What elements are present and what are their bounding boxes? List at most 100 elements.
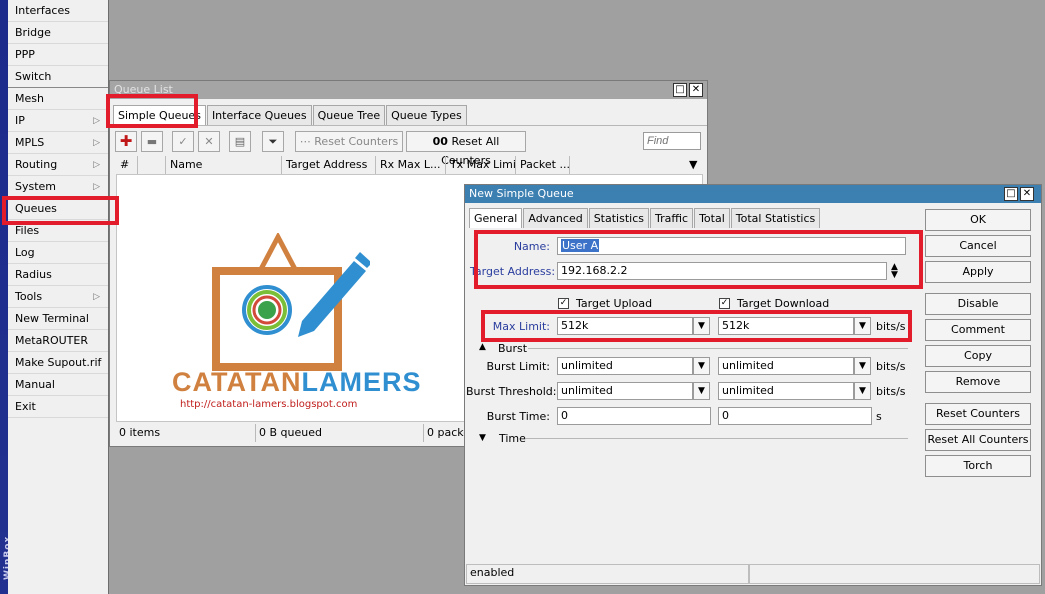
burst-time-download-input[interactable]: 0 (718, 407, 872, 425)
queue-status: enabled (466, 564, 749, 584)
watermark-brand: CATATANLAMERS (172, 367, 421, 398)
close-icon[interactable]: ✕ (1020, 187, 1034, 201)
sidebar-item-radius[interactable]: Radius (8, 264, 108, 286)
filter-icon[interactable]: ⏷ (262, 131, 284, 152)
col-target-address[interactable]: Target Address (282, 156, 376, 174)
reset-all-icon: 00 (432, 135, 448, 148)
target-upload-checkbox[interactable]: ✓ (558, 298, 569, 309)
sidebar-item-ppp[interactable]: PPP (8, 44, 108, 66)
burst-threshold-upload-input[interactable]: unlimited (557, 382, 693, 400)
sidebar-item-label: Tools (15, 290, 43, 303)
reset-counters-button[interactable]: ⋯ Reset Counters (295, 131, 403, 152)
close-icon[interactable]: ✕ (689, 83, 703, 97)
sidebar-item-switch[interactable]: Switch (8, 66, 108, 88)
torch-button[interactable]: Torch (925, 455, 1031, 477)
sidebar-item-label: Files (15, 224, 40, 237)
sidebar-item-log[interactable]: Log (8, 242, 108, 264)
sidebar-item-ip[interactable]: IP ▷ (8, 110, 108, 132)
reset-all-counters-button[interactable]: Reset All Counters (925, 429, 1031, 451)
sidebar-item-mesh[interactable]: Mesh (8, 88, 108, 110)
column-chooser-icon[interactable]: ▼ (685, 156, 703, 174)
tab-general[interactable]: General (469, 208, 523, 228)
time-expand-icon[interactable]: ▼ (479, 433, 486, 443)
status-packets-queued: 0 packets queued (427, 426, 466, 439)
tab-queue-tree[interactable]: Queue Tree (312, 105, 386, 125)
sidebar-item-label: Manual (15, 378, 55, 391)
col-flags[interactable] (138, 156, 166, 174)
copy-button[interactable]: Copy (925, 345, 1031, 367)
target-download-checkbox[interactable]: ✓ (719, 298, 730, 309)
burst-threshold-upload-dropdown-icon[interactable]: ▼ (693, 382, 710, 400)
sidebar-item-manual[interactable]: Manual (8, 374, 108, 396)
burst-collapse-icon[interactable]: ▲ (479, 342, 486, 352)
cancel-button[interactable]: Cancel (925, 235, 1031, 257)
burst-threshold-download-dropdown-icon[interactable]: ▼ (854, 382, 871, 400)
sidebar-item-label: Log (15, 246, 35, 259)
tab-divider (110, 125, 707, 126)
burst-time-label: Burst Time: (486, 410, 550, 423)
tab-traffic[interactable]: Traffic (650, 208, 694, 228)
burst-threshold-download-input[interactable]: unlimited (718, 382, 854, 400)
maximize-icon[interactable]: □ (673, 83, 687, 97)
status-bytes-queued: 0 B queued (256, 424, 424, 442)
sidebar-item-label: Interfaces (15, 4, 70, 17)
sidebar-item-system[interactable]: System ▷ (8, 176, 108, 198)
sidebar-item-interfaces[interactable]: Interfaces (8, 0, 108, 22)
highlight-max-limit (481, 310, 912, 342)
sidebar-item-metarouter[interactable]: MetaROUTER (8, 330, 108, 352)
comment-icon[interactable]: ▤ (229, 131, 251, 152)
sidebar-item-label: Routing (15, 158, 58, 171)
remove-button[interactable]: Remove (925, 371, 1031, 393)
tab-total[interactable]: Total (694, 208, 730, 228)
tab-total-statistics[interactable]: Total Statistics (730, 208, 821, 228)
col-tx-max-limit[interactable]: Tx Max Limit (446, 156, 516, 174)
sidebar-menu: Interfaces Bridge PPP Switch Mesh IP ▷ MPLS ▷ Rou… (8, 0, 109, 594)
burst-time-upload-input[interactable]: 0 (557, 407, 711, 425)
burst-section-label[interactable]: Burst (498, 342, 527, 355)
enable-icon[interactable]: ✓ (172, 131, 194, 152)
apply-button[interactable]: Apply (925, 261, 1031, 283)
find-input[interactable] (643, 132, 701, 150)
burst-limit-upload-dropdown-icon[interactable]: ▼ (693, 357, 710, 375)
col-index[interactable]: # (116, 156, 138, 174)
reset-all-counters-button[interactable]: 00 Reset All Counters (406, 131, 526, 167)
status-items: 0 items (116, 424, 256, 442)
reset-counters-button[interactable]: Reset Counters (925, 403, 1031, 425)
time-section-label[interactable]: Time (499, 432, 526, 445)
sidebar-item-label: MetaROUTER (15, 334, 88, 347)
disable-button[interactable]: Disable (925, 293, 1031, 315)
tab-interface-queues[interactable]: Interface Queues (206, 105, 312, 125)
add-icon[interactable]: ✚ (115, 131, 137, 152)
burst-limit-download-input[interactable]: unlimited (718, 357, 854, 375)
comment-button[interactable]: Comment (925, 319, 1031, 341)
sidebar-item-exit[interactable]: Exit (8, 396, 108, 418)
sidebar-item-bridge[interactable]: Bridge (8, 22, 108, 44)
maximize-icon[interactable]: □ (1004, 187, 1018, 201)
burst-threshold-label: Burst Threshold: (466, 385, 557, 398)
burst-limit-upload-input[interactable]: unlimited (557, 357, 693, 375)
sidebar-item-new-terminal[interactable]: New Terminal (8, 308, 108, 330)
tab-advanced[interactable]: Advanced (523, 208, 588, 228)
sidebar-item-make-supout-rif[interactable]: Make Supout.rif (8, 352, 108, 374)
tab-queue-types[interactable]: Queue Types (386, 105, 467, 125)
col-rx-max-limit[interactable]: Rx Max L... (376, 156, 446, 174)
burst-limit-download-dropdown-icon[interactable]: ▼ (854, 357, 871, 375)
new-queue-title[interactable]: New Simple Queue (465, 185, 1041, 203)
sidebar-item-label: IP (15, 114, 25, 127)
sidebar-item-label: Switch (15, 70, 52, 83)
disable-icon[interactable]: ✕ (198, 131, 220, 152)
sidebar-item-label: Bridge (15, 26, 51, 39)
ok-button[interactable]: OK (925, 209, 1031, 231)
sidebar-item-mpls[interactable]: MPLS ▷ (8, 132, 108, 154)
col-packet[interactable]: Packet ... (516, 156, 570, 174)
tab-statistics[interactable]: Statistics (588, 208, 649, 228)
remove-icon[interactable]: ▬ (141, 131, 163, 152)
sidebar-item-tools[interactable]: Tools ▷ (8, 286, 108, 308)
sidebar-item-label: Mesh (15, 92, 44, 105)
submenu-arrow-icon: ▷ (93, 160, 100, 170)
watermark-url: http://catatan-lamers.blogspot.com (180, 399, 358, 410)
queue-list-title[interactable]: Queue List (110, 81, 707, 99)
col-name[interactable]: Name (166, 156, 282, 174)
target-upload-label: Target Upload (576, 297, 653, 310)
sidebar-item-routing[interactable]: Routing ▷ (8, 154, 108, 176)
